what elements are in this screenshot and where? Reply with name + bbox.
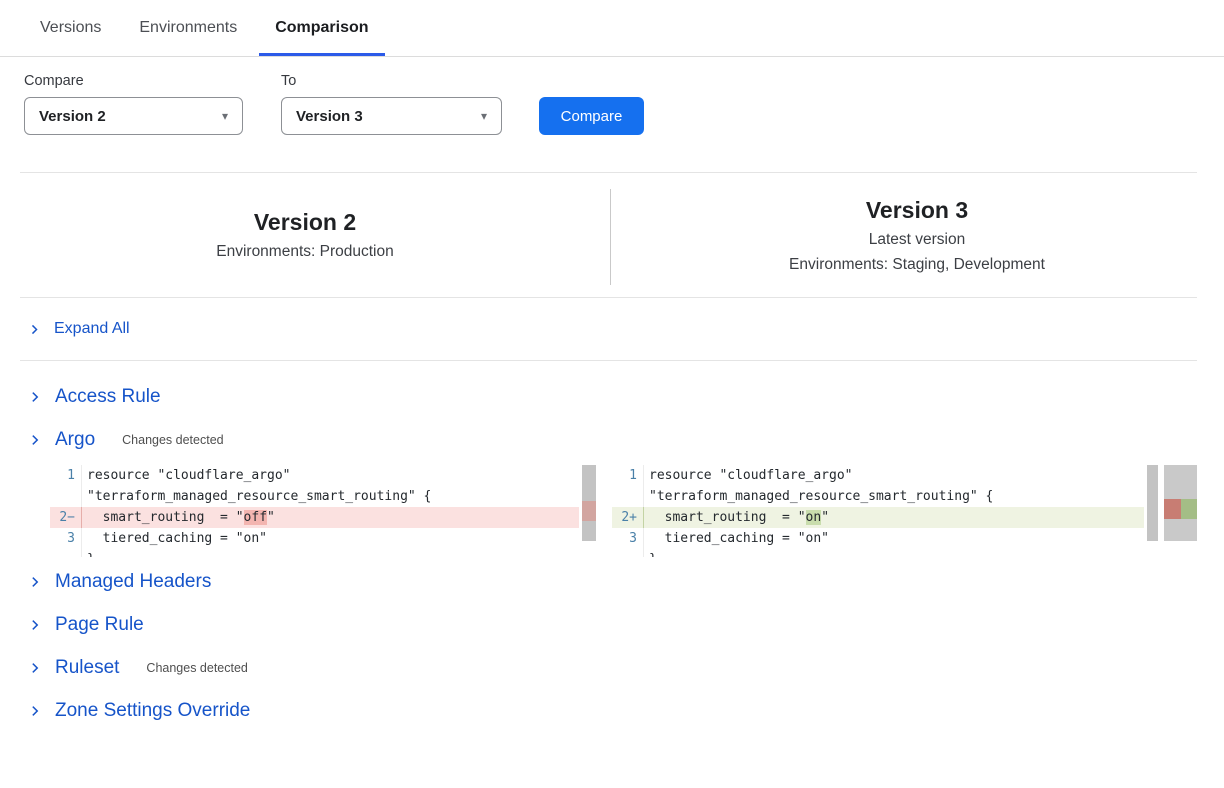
tab-versions-label: Versions bbox=[40, 19, 101, 37]
section-label: Access Rule bbox=[55, 386, 161, 408]
chevron-right-icon bbox=[28, 433, 42, 447]
argo-diff: 1 resource "cloudflare_argo" "terraform_… bbox=[50, 465, 1197, 557]
left-version-environments: Environments: Production bbox=[216, 243, 393, 261]
removed-change-marker bbox=[582, 501, 596, 521]
compare-to-field: To Version 3 ▾ bbox=[281, 73, 539, 135]
diff-line: } bbox=[612, 549, 1144, 557]
section-label: Zone Settings Override bbox=[55, 700, 250, 722]
chevron-right-icon bbox=[28, 575, 42, 589]
to-label: To bbox=[281, 73, 539, 89]
tab-versions[interactable]: Versions bbox=[40, 0, 101, 56]
diff-line: } bbox=[50, 549, 579, 557]
version-headers: Version 2 Environments: Production Versi… bbox=[0, 173, 1224, 297]
compare-to-value: Version 3 bbox=[296, 108, 363, 125]
tab-environments[interactable]: Environments bbox=[139, 0, 237, 56]
divider bbox=[20, 297, 1197, 298]
tab-comparison[interactable]: Comparison bbox=[275, 0, 368, 56]
chevron-down-icon: ▾ bbox=[481, 109, 487, 123]
version-header-left: Version 2 Environments: Production bbox=[0, 173, 610, 297]
diff-line: 1 resource "cloudflare_argo" bbox=[50, 465, 579, 486]
section-page-rule[interactable]: Page Rule bbox=[28, 614, 144, 636]
diff-line: "terraform_managed_resource_smart_routin… bbox=[612, 486, 1144, 507]
section-managed-headers[interactable]: Managed Headers bbox=[28, 571, 211, 593]
section-badge: Changes detected bbox=[122, 433, 223, 447]
line-number: 2− bbox=[50, 507, 82, 528]
diff-line: 3 tiered_caching = "on" bbox=[612, 528, 1144, 549]
line-number: 1 bbox=[612, 465, 644, 486]
removed-word: off bbox=[244, 510, 267, 525]
line-number bbox=[50, 549, 82, 557]
scrollbar[interactable] bbox=[1146, 465, 1159, 557]
section-label: Argo bbox=[55, 429, 95, 451]
tab-comparison-label: Comparison bbox=[275, 19, 368, 37]
chevron-right-icon bbox=[28, 323, 41, 336]
expand-all-button[interactable]: Expand All bbox=[0, 298, 130, 360]
section-label: Ruleset bbox=[55, 657, 119, 679]
chevron-right-icon bbox=[28, 618, 42, 632]
right-version-environments: Environments: Staging, Development bbox=[789, 256, 1045, 274]
chevron-right-icon bbox=[28, 704, 42, 718]
diff-line-removed: 2− smart_routing = "off" bbox=[50, 507, 579, 528]
section-ruleset[interactable]: Ruleset Changes detected bbox=[28, 657, 248, 679]
section-argo[interactable]: Argo Changes detected bbox=[28, 429, 224, 451]
diff-line-added: 2+ smart_routing = "on" bbox=[612, 507, 1144, 528]
line-number: 3 bbox=[50, 528, 82, 549]
scrollbar-thumb[interactable] bbox=[1147, 465, 1158, 541]
compare-from-value: Version 2 bbox=[39, 108, 106, 125]
compare-to-select[interactable]: Version 3 ▾ bbox=[281, 97, 502, 135]
added-change-marker bbox=[1181, 499, 1197, 519]
diff-line: 1 resource "cloudflare_argo" bbox=[612, 465, 1144, 486]
diff-line: 3 tiered_caching = "on" bbox=[50, 528, 579, 549]
chevron-right-icon bbox=[28, 390, 42, 404]
sections-list: Access Rule Argo Changes detected 1 reso… bbox=[0, 361, 1224, 722]
tab-environments-label: Environments bbox=[139, 19, 237, 37]
section-zone-settings-override[interactable]: Zone Settings Override bbox=[28, 700, 250, 722]
compare-from-field: Compare Version 2 ▾ bbox=[24, 73, 281, 135]
compare-button[interactable]: Compare bbox=[539, 97, 644, 135]
left-version-title: Version 2 bbox=[254, 209, 356, 236]
removed-change-marker bbox=[1164, 499, 1181, 519]
added-word: on bbox=[806, 510, 822, 525]
right-version-subtitle: Latest version bbox=[869, 231, 966, 249]
compare-form: Compare Version 2 ▾ To Version 3 ▾ Compa… bbox=[0, 57, 1224, 135]
tab-bar: Versions Environments Comparison bbox=[0, 0, 1224, 57]
chevron-down-icon: ▾ bbox=[222, 109, 228, 123]
chevron-right-icon bbox=[28, 661, 42, 675]
diff-panel-left: 1 resource "cloudflare_argo" "terraform_… bbox=[50, 465, 597, 557]
line-number: 1 bbox=[50, 465, 82, 486]
line-number bbox=[612, 549, 644, 557]
version-header-right: Version 3 Latest version Environments: S… bbox=[610, 173, 1224, 297]
diff-minimap[interactable] bbox=[1164, 465, 1197, 557]
diff-panel-right: 1 resource "cloudflare_argo" "terraform_… bbox=[612, 465, 1197, 557]
diff-code-left: 1 resource "cloudflare_argo" "terraform_… bbox=[50, 465, 579, 557]
compare-label: Compare bbox=[24, 73, 281, 89]
line-number: 3 bbox=[612, 528, 644, 549]
expand-all-label: Expand All bbox=[54, 320, 130, 338]
scrollbar[interactable] bbox=[581, 465, 597, 557]
section-label: Page Rule bbox=[55, 614, 144, 636]
line-number bbox=[612, 486, 644, 507]
line-number: 2+ bbox=[612, 507, 644, 528]
right-version-title: Version 3 bbox=[866, 197, 968, 224]
diff-line: "terraform_managed_resource_smart_routin… bbox=[50, 486, 579, 507]
compare-from-select[interactable]: Version 2 ▾ bbox=[24, 97, 243, 135]
line-number bbox=[50, 486, 82, 507]
diff-code-right: 1 resource "cloudflare_argo" "terraform_… bbox=[612, 465, 1144, 557]
section-label: Managed Headers bbox=[55, 571, 211, 593]
section-access-rule[interactable]: Access Rule bbox=[28, 386, 161, 408]
section-badge: Changes detected bbox=[146, 661, 247, 675]
